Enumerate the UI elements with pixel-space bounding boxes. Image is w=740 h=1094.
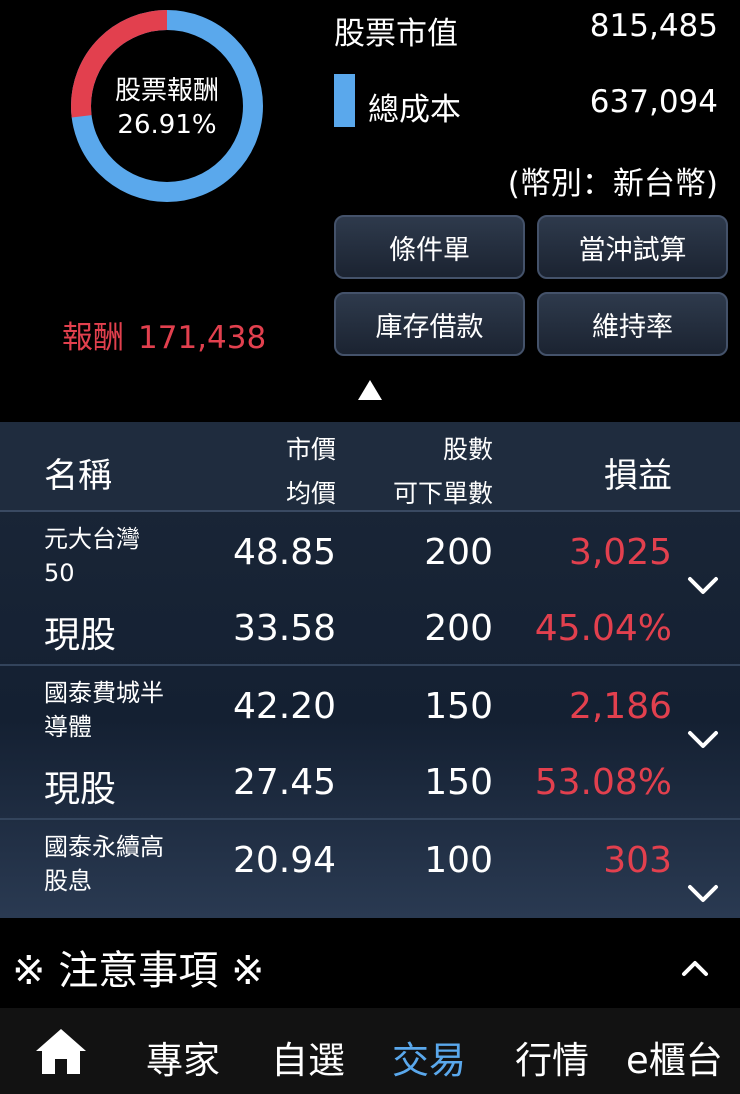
sellable-shares: 150	[424, 762, 493, 803]
total-cost-legend-swatch	[334, 74, 355, 127]
profit-loss: 3,025	[568, 532, 672, 573]
header-pl: 損益	[604, 456, 672, 496]
day-trade-calc-button[interactable]: 當沖試算	[537, 215, 728, 279]
total-cost: 637,094	[589, 84, 718, 120]
nav-watchlist[interactable]: 自選	[271, 1030, 345, 1084]
conditional-order-button[interactable]: 條件單	[334, 215, 525, 279]
stock-name-line2: 導體	[44, 713, 92, 741]
stock-type: 現股	[44, 769, 117, 810]
header-market-price: 市價	[285, 435, 336, 464]
header-name: 名稱	[44, 456, 112, 496]
table-row[interactable]: 元大台灣 50 現股 48.85 33.58 200 200 3,025 45.…	[0, 514, 740, 666]
chevron-down-icon[interactable]	[686, 728, 720, 752]
collapse-summary-icon[interactable]	[358, 380, 382, 400]
stock-name: 國泰永續高 股息	[44, 830, 184, 898]
profit-loss-percent: 53.08%	[534, 762, 672, 803]
shares: 200	[424, 532, 493, 573]
notice-title: ※ 注意事項 ※	[12, 948, 265, 994]
reward-label: 報酬	[62, 320, 124, 356]
nav-trade[interactable]: 交易	[392, 1030, 466, 1084]
avg-price: 33.58	[232, 608, 336, 649]
stock-type: 現股	[44, 615, 117, 656]
table-row[interactable]: 國泰永續高 股息 20.94 100 303	[0, 822, 740, 918]
market-price: 48.85	[232, 532, 336, 573]
home-icon[interactable]	[34, 1026, 88, 1076]
table-header: 名稱 市價 均價 股數 可下單數 損益	[0, 422, 740, 512]
donut-percent: 26.91%	[117, 110, 217, 140]
header-avg-price: 均價	[285, 479, 336, 508]
total-cost-label: 總成本	[368, 92, 461, 128]
donut-label: 股票報酬	[114, 76, 219, 106]
maintenance-rate-button[interactable]: 維持率	[537, 292, 728, 356]
chevron-down-icon[interactable]	[686, 574, 720, 598]
stock-name-line1: 國泰費城半	[44, 679, 164, 707]
sellable-shares: 200	[424, 608, 493, 649]
notice-bar[interactable]: ※ 注意事項 ※	[0, 918, 740, 1008]
chevron-up-icon[interactable]	[680, 958, 710, 978]
market-price: 42.20	[232, 686, 336, 727]
stock-name-line1: 國泰永續高	[44, 833, 164, 861]
profit-loss: 2,186	[568, 686, 672, 727]
stock-name-line1: 元大台灣	[44, 525, 140, 553]
profit-loss-percent: 45.04%	[534, 608, 672, 649]
stock-name: 國泰費城半 導體	[44, 676, 184, 744]
portfolio-summary: 股票報酬 26.91% 股票市值 815,485 總成本 637,094 (幣別…	[0, 0, 740, 422]
currency-label: (幣別：新台幣)	[507, 166, 718, 202]
nav-quotes[interactable]: 行情	[515, 1030, 589, 1084]
chevron-down-icon[interactable]	[686, 882, 720, 906]
donut-center-text: 股票報酬 26.91%	[70, 74, 264, 142]
header-sellable: 可下單數	[392, 479, 493, 508]
stock-name: 元大台灣 50	[44, 522, 184, 590]
bottom-nav: 專家 自選 交易 行情 e櫃台	[0, 1008, 740, 1094]
nav-e-counter[interactable]: e櫃台	[626, 1030, 723, 1084]
stock-name-line2: 50	[44, 559, 75, 587]
reward-summary: 報酬 171,438	[62, 312, 266, 357]
table-row[interactable]: 國泰費城半 導體 現股 42.20 27.45 150 150 2,186 53…	[0, 668, 740, 820]
header-shares: 股數	[442, 435, 493, 464]
nav-expert[interactable]: 專家	[146, 1030, 220, 1084]
profit-loss: 303	[603, 840, 672, 881]
holdings-table: 名稱 市價 均價 股數 可下單數 損益 元大台灣 50 現股 48.85 33.…	[0, 422, 740, 918]
stock-name-line2: 股息	[44, 867, 92, 895]
market-value-label: 股票市值	[334, 16, 458, 52]
market-price: 20.94	[232, 840, 336, 881]
avg-price: 27.45	[232, 762, 336, 803]
reward-value: 171,438	[138, 320, 267, 356]
shares: 150	[424, 686, 493, 727]
inventory-loan-button[interactable]: 庫存借款	[334, 292, 525, 356]
shares: 100	[424, 840, 493, 881]
market-value: 815,485	[589, 8, 718, 44]
